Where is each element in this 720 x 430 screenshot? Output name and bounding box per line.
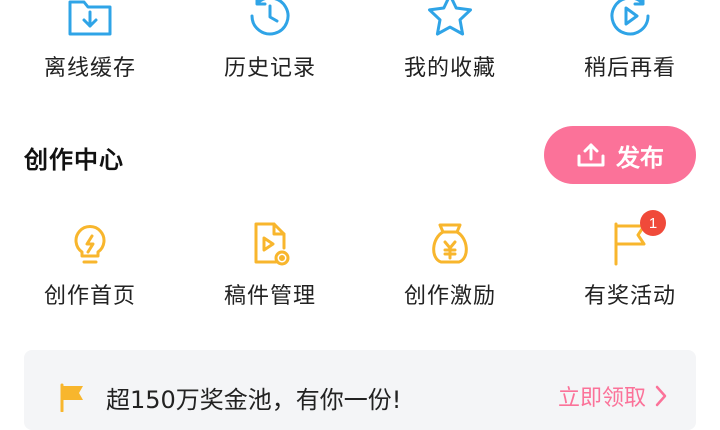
creator-home-label: 创作首页: [43, 284, 136, 309]
publish-label: 发布: [616, 143, 664, 172]
promo-flag-icon: [60, 383, 83, 412]
download-folder-icon: [62, 0, 118, 44]
star-icon: [422, 0, 478, 44]
claim-now-link[interactable]: 立即领取: [558, 380, 668, 412]
creator-incentive-label: 创作激励: [403, 284, 496, 309]
chevron-right-icon: [655, 385, 667, 407]
creator-home-item[interactable]: 创作首页: [0, 216, 180, 310]
quick-actions-row: 离线缓存 历史记录 我的收藏 稍后再看: [0, 0, 720, 82]
lightbulb-icon: [62, 216, 118, 272]
offline-cache-label: 离线缓存: [43, 56, 136, 81]
promo-text: 超150万奖金池，有你一份!: [106, 386, 402, 414]
history-item[interactable]: 历史记录: [180, 0, 360, 82]
watch-later-item[interactable]: 稍后再看: [540, 0, 720, 82]
manuscript-icon: [242, 216, 298, 272]
history-label: 历史记录: [223, 56, 316, 81]
creation-items-row: 创作首页 稿件管理 创作激励 1 有奖活动: [0, 210, 720, 310]
play-later-icon: [602, 0, 658, 44]
promo-banner[interactable]: 超150万奖金池，有你一份! 立即领取: [24, 350, 696, 430]
favorites-label: 我的收藏: [403, 56, 496, 81]
manuscript-manage-label: 稿件管理: [223, 284, 316, 309]
flag-icon: 1: [602, 210, 666, 272]
manuscript-manage-item[interactable]: 稿件管理: [180, 216, 360, 310]
publish-button[interactable]: 发布: [544, 126, 696, 184]
reward-activity-item[interactable]: 1 有奖活动: [540, 210, 720, 310]
creation-center-title: 创作中心: [24, 146, 124, 174]
history-clock-icon: [242, 0, 298, 44]
notification-badge: 1: [640, 210, 666, 236]
upload-icon: [577, 143, 605, 167]
reward-activity-label: 有奖活动: [583, 284, 676, 309]
offline-cache-item[interactable]: 离线缓存: [0, 0, 180, 82]
money-bag-icon: [422, 216, 478, 272]
favorites-item[interactable]: 我的收藏: [360, 0, 540, 82]
claim-now-label: 立即领取: [557, 386, 646, 411]
watch-later-label: 稍后再看: [583, 56, 676, 81]
creator-incentive-item[interactable]: 创作激励: [360, 216, 540, 310]
